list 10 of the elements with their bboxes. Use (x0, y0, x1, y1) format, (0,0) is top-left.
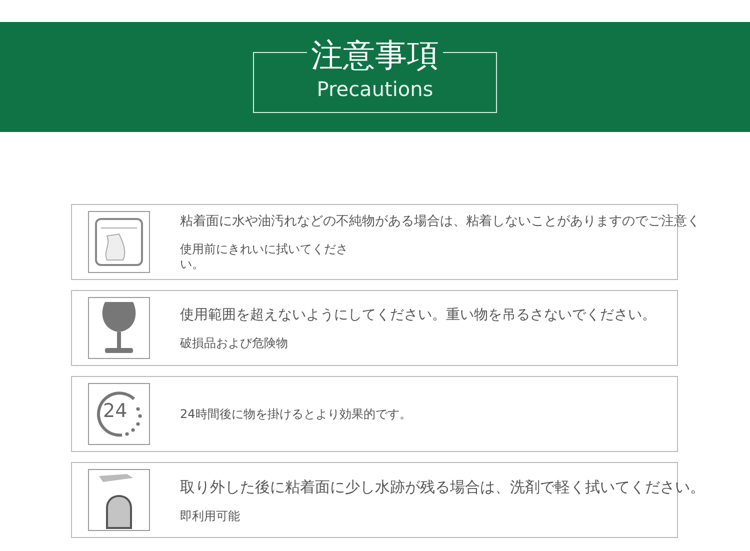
precaution-note: 破損品および危険物 (180, 336, 288, 351)
precaution-text: 取り外した後に粘着面に少し水跡が残る場合は、洗剤で軽く拭いてください。 (180, 477, 705, 498)
precaution-note: 即利用可能 (180, 508, 240, 524)
precaution-note: 24時間後に物を掛けるとより効果的です。 (180, 406, 412, 422)
subtitle: Precautions (316, 76, 434, 102)
title: 注意事項 (307, 36, 443, 74)
precaution-note: 使用前にきれいに拭いてください。 (180, 242, 349, 272)
precaution-text: 使用範囲を超えないようにしてください。重い物を吊るさないでください。 (180, 306, 656, 325)
precaution-text: 粘着面に水や油汚れなどの不純物がある場合は、粘着しないことがありますのでご注意く (180, 213, 700, 232)
clock-number: 24 (103, 402, 128, 421)
